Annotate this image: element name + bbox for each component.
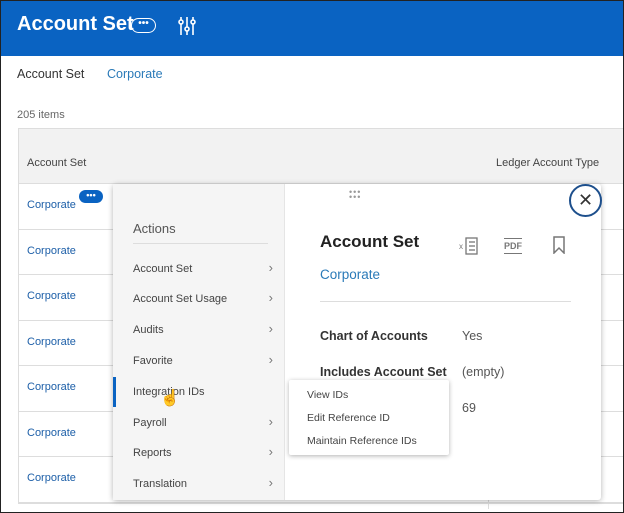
action-item[interactable]: Account Set ›	[113, 254, 285, 284]
cell-link[interactable]: Corporate	[27, 381, 76, 393]
action-item[interactable]: Reports ›	[113, 438, 285, 468]
chevron-right-icon: ›	[268, 260, 273, 275]
breadcrumb-label: Account Set	[17, 67, 85, 81]
divider	[133, 243, 268, 244]
cell-link[interactable]: Corporate	[27, 336, 76, 348]
column-header[interactable]: Account Set	[27, 157, 86, 169]
pdf-export-icon[interactable]: PDF	[504, 238, 522, 254]
table-header: Account Set Ledger Account Type	[19, 129, 623, 184]
action-item-selected[interactable]: Integration IDs	[113, 377, 285, 407]
submenu-item[interactable]: View IDs	[307, 389, 348, 401]
cell-link[interactable]: Corporate	[27, 472, 76, 484]
cell-link[interactable]: Corporate	[27, 199, 76, 211]
bookmark-icon[interactable]	[552, 236, 566, 254]
row-actions-button[interactable]: •••	[79, 190, 103, 203]
field-label: Chart of Accounts	[320, 329, 428, 343]
field-value: Yes	[462, 329, 483, 343]
column-header[interactable]: Ledger Account Type	[496, 157, 599, 169]
drag-handle-icon[interactable]: ••• •••	[349, 188, 361, 202]
field-value: (empty)	[462, 365, 505, 379]
action-item[interactable]: Translation ›	[113, 469, 285, 499]
field-value: 69	[462, 401, 476, 415]
page-title: Account Set	[17, 13, 134, 35]
submenu-item[interactable]: Maintain Reference IDs	[307, 435, 417, 447]
action-item[interactable]: Account Set Usage ›	[113, 284, 285, 314]
filter-settings-icon[interactable]	[178, 16, 196, 36]
chevron-right-icon: ›	[268, 444, 273, 459]
hand-cursor-icon: ☝	[160, 390, 180, 407]
action-item[interactable]: Favorite ›	[113, 346, 285, 376]
divider	[320, 301, 571, 302]
integration-ids-submenu: View IDs Edit Reference ID Maintain Refe…	[289, 380, 449, 455]
action-item[interactable]: Payroll ›	[113, 408, 285, 438]
submenu-item[interactable]: Edit Reference ID	[307, 412, 390, 424]
chevron-right-icon: ›	[268, 321, 273, 336]
action-item[interactable]: Audits ›	[113, 315, 285, 345]
item-count: 205 items	[17, 109, 65, 121]
chevron-right-icon: ›	[268, 290, 273, 305]
page-header: Account Set •••	[0, 0, 624, 56]
details-title: Account Set	[320, 232, 420, 251]
chevron-right-icon: ›	[268, 352, 273, 367]
cell-link[interactable]: Corporate	[27, 427, 76, 439]
details-subtitle-link[interactable]: Corporate	[320, 267, 380, 282]
excel-export-icon[interactable]: x	[459, 236, 479, 256]
close-button[interactable]: ✕	[569, 184, 602, 217]
field-label: Includes Account Set	[320, 365, 447, 379]
related-actions-button[interactable]: •••	[131, 18, 156, 33]
svg-text:x: x	[459, 242, 463, 251]
breadcrumb-link[interactable]: Corporate	[107, 67, 163, 81]
actions-panel: Actions Account Set › Account Set Usage › …	[113, 184, 285, 500]
chevron-right-icon: ›	[268, 414, 273, 429]
chevron-right-icon: ›	[268, 475, 273, 490]
actions-title: Actions	[133, 221, 176, 236]
cell-link[interactable]: Corporate	[27, 245, 76, 257]
cell-link[interactable]: Corporate	[27, 290, 76, 302]
